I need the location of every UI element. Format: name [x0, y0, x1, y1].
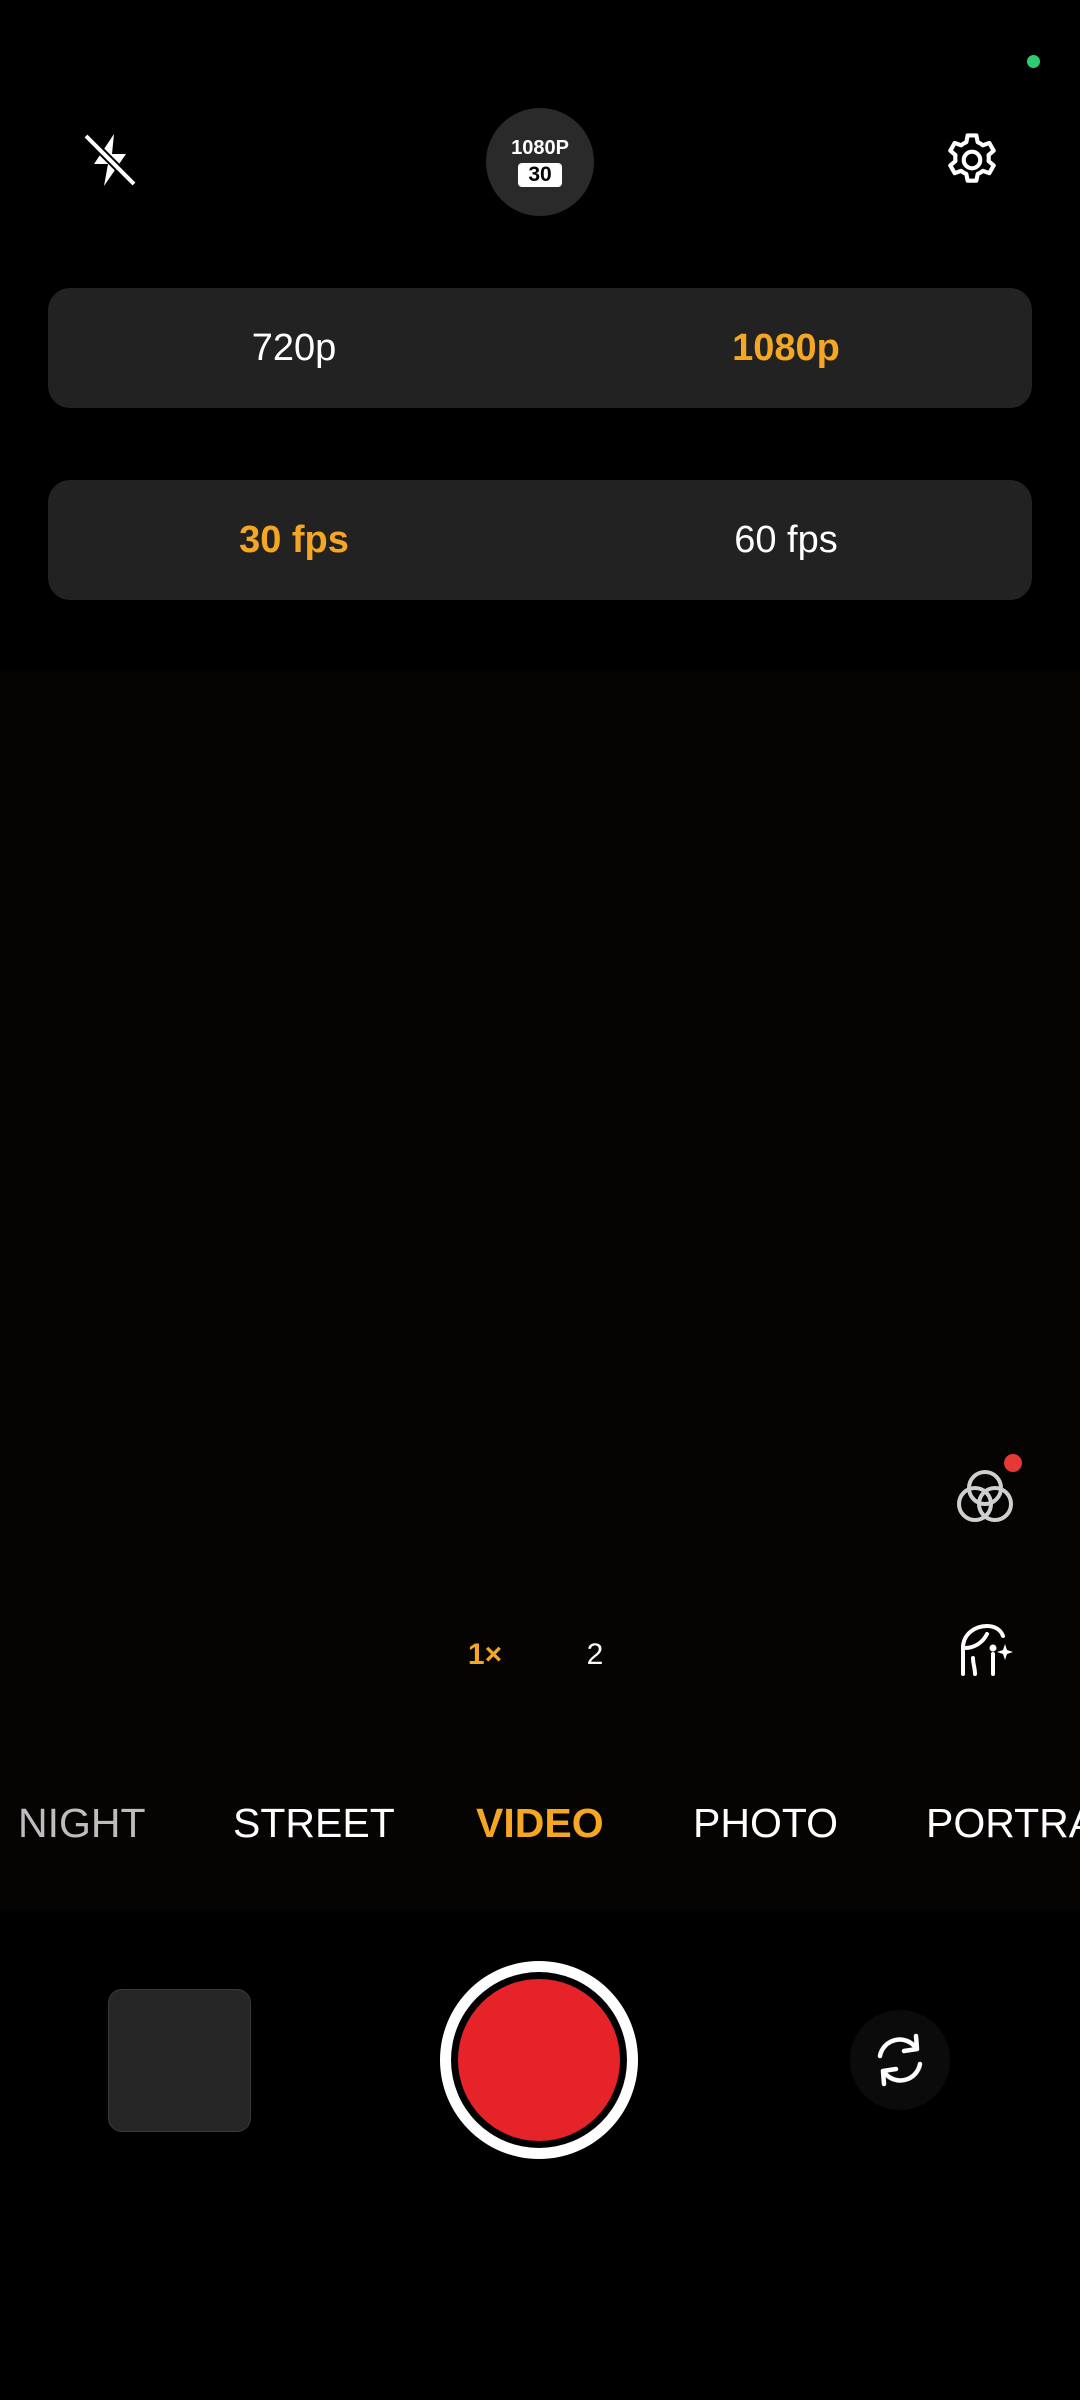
mode-street[interactable]: STREET — [233, 1800, 395, 1847]
resolution-option-720p[interactable]: 720p — [48, 288, 540, 408]
filters-icon[interactable] — [940, 1450, 1030, 1540]
gear-icon[interactable] — [932, 120, 1012, 200]
video-quality-button[interactable]: 1080P 30 — [486, 108, 594, 216]
privacy-indicator-dot — [1027, 55, 1040, 68]
camera-flip-icon[interactable] — [850, 2010, 950, 2110]
filters-notification-badge — [1004, 1454, 1022, 1472]
gallery-thumbnail[interactable] — [108, 1989, 251, 2132]
fps-option-60[interactable]: 60 fps — [540, 480, 1032, 600]
quality-settings-panel: 1080P 30 720p 1080p 30 fps 60 fps — [0, 0, 1080, 670]
face-retouch-icon[interactable] — [940, 1605, 1030, 1695]
record-button[interactable] — [440, 1961, 638, 2159]
mode-video[interactable]: VIDEO — [476, 1800, 604, 1847]
quality-fps-label: 30 — [518, 163, 562, 187]
mode-photo[interactable]: PHOTO — [693, 1800, 838, 1847]
mode-night[interactable]: NIGHT — [18, 1800, 146, 1847]
zoom-1x-button[interactable]: 1× — [450, 1620, 520, 1690]
camera-viewfinder[interactable] — [0, 670, 1080, 1910]
mode-portrait[interactable]: PORTRA — [926, 1800, 1080, 1847]
fps-option-30[interactable]: 30 fps — [48, 480, 540, 600]
flash-off-icon[interactable] — [70, 120, 150, 200]
fps-selector: 30 fps 60 fps — [48, 480, 1032, 600]
quality-resolution-label: 1080P — [511, 137, 569, 159]
record-button-core — [458, 1979, 620, 2141]
resolution-option-1080p[interactable]: 1080p — [540, 288, 1032, 408]
camera-mode-carousel: NIGHT STREET VIDEO PHOTO PORTRA — [0, 1800, 1080, 1860]
resolution-selector: 720p 1080p — [48, 288, 1032, 408]
zoom-2x-button[interactable]: 2 — [560, 1620, 630, 1690]
